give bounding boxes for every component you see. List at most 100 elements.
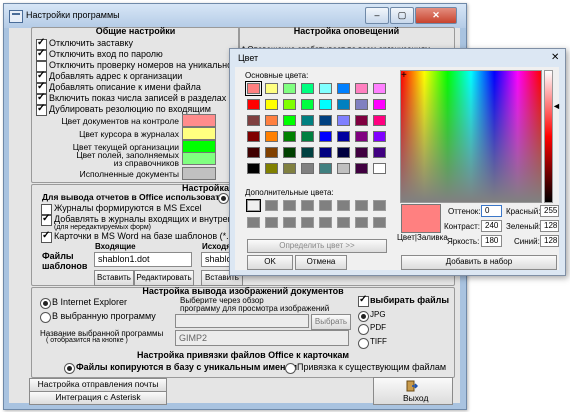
basic-color-cell[interactable] xyxy=(355,115,368,126)
custom-color-cell[interactable] xyxy=(301,200,314,211)
basic-color-cell[interactable] xyxy=(337,163,350,174)
basic-color-cell[interactable] xyxy=(301,115,314,126)
basic-color-cell[interactable] xyxy=(319,147,332,158)
basic-color-cell[interactable] xyxy=(319,115,332,126)
basic-color-cell[interactable] xyxy=(247,115,260,126)
color-swatch-button[interactable] xyxy=(182,127,216,140)
custom-color-cell[interactable] xyxy=(319,217,332,228)
basic-color-cell[interactable] xyxy=(373,131,386,142)
basic-color-cell[interactable] xyxy=(265,115,278,126)
basic-color-cell[interactable] xyxy=(319,163,332,174)
radio-copy-unique[interactable] xyxy=(64,363,75,374)
incoming-template-field[interactable]: shablon1.dot xyxy=(94,252,192,267)
basic-color-cell[interactable] xyxy=(337,99,350,110)
checkbox-select-files[interactable] xyxy=(358,294,369,307)
blue-field[interactable]: 128 xyxy=(540,235,559,247)
radio-internet-explorer[interactable] xyxy=(40,298,51,309)
radio-ms-office[interactable] xyxy=(218,193,229,204)
custom-color-cell[interactable] xyxy=(373,200,386,211)
basic-color-cell[interactable] xyxy=(245,81,262,96)
basic-color-cell[interactable] xyxy=(247,131,260,142)
basic-color-cell[interactable] xyxy=(319,99,332,110)
custom-color-cell[interactable] xyxy=(319,200,332,211)
define-color-button[interactable]: Определить цвет >> xyxy=(247,239,387,253)
basic-color-cell[interactable] xyxy=(265,163,278,174)
basic-color-cell[interactable] xyxy=(373,99,386,110)
basic-color-cell[interactable] xyxy=(373,83,386,94)
add-to-custom-button[interactable]: Добавить в набор xyxy=(401,255,557,270)
custom-color-cell[interactable] xyxy=(355,217,368,228)
radio-selected-program[interactable] xyxy=(40,312,51,323)
basic-color-cell[interactable] xyxy=(373,115,386,126)
program-path-field[interactable] xyxy=(175,314,309,328)
basic-color-cell[interactable] xyxy=(301,99,314,110)
asterisk-integration-button[interactable]: Интеграция с Asterisk xyxy=(29,391,167,405)
custom-color-cell[interactable] xyxy=(265,200,278,211)
radio-format-tiff[interactable] xyxy=(358,338,369,349)
custom-color-cell[interactable] xyxy=(283,200,296,211)
color-swatch-button[interactable] xyxy=(182,152,216,165)
basic-color-cell[interactable] xyxy=(355,163,368,174)
basic-color-cell[interactable] xyxy=(247,99,260,110)
insert-incoming-button[interactable]: Вставить xyxy=(94,270,134,286)
green-field[interactable]: 128 xyxy=(540,220,559,232)
basic-color-cell[interactable] xyxy=(373,163,386,174)
minimize-button[interactable]: – xyxy=(365,7,389,24)
basic-color-cell[interactable] xyxy=(355,83,368,94)
edit-incoming-button[interactable]: Редактировать xyxy=(134,270,194,286)
color-dialog-close-button[interactable]: ✕ xyxy=(551,52,559,63)
luminance-slider[interactable] xyxy=(544,70,553,203)
basic-color-cell[interactable] xyxy=(247,163,260,174)
basic-color-cell[interactable] xyxy=(283,115,296,126)
checkbox-cards-word[interactable] xyxy=(41,230,52,243)
basic-color-cell[interactable] xyxy=(337,115,350,126)
luminance-field[interactable]: 180 xyxy=(481,235,502,247)
basic-color-cell[interactable] xyxy=(283,131,296,142)
exit-button[interactable]: Выход xyxy=(373,377,453,405)
basic-color-cell[interactable] xyxy=(355,99,368,110)
title-bar[interactable]: Настройки программы – ▢ ✕ xyxy=(4,4,466,28)
custom-color-cell[interactable] xyxy=(283,217,296,228)
custom-color-cell[interactable] xyxy=(301,217,314,228)
custom-color-cell[interactable] xyxy=(246,199,261,212)
red-field[interactable]: 255 xyxy=(540,205,559,217)
radio-format-pdf[interactable] xyxy=(358,324,369,335)
cancel-button[interactable]: Отмена xyxy=(295,255,347,270)
basic-color-cell[interactable] xyxy=(301,147,314,158)
custom-color-cell[interactable] xyxy=(337,200,350,211)
basic-color-cell[interactable] xyxy=(265,131,278,142)
color-spectrum[interactable]: + xyxy=(400,70,542,203)
basic-color-cell[interactable] xyxy=(265,83,278,94)
basic-color-cell[interactable] xyxy=(337,131,350,142)
mail-settings-button[interactable]: Настройка отправления почты xyxy=(29,378,167,392)
custom-color-cell[interactable] xyxy=(247,217,260,228)
basic-color-cell[interactable] xyxy=(283,99,296,110)
basic-color-cell[interactable] xyxy=(319,83,332,94)
basic-color-cell[interactable] xyxy=(301,163,314,174)
basic-color-cell[interactable] xyxy=(355,147,368,158)
color-swatch-button[interactable] xyxy=(182,114,216,127)
program-name-field[interactable]: GIMP2 xyxy=(175,330,349,346)
custom-color-cell[interactable] xyxy=(337,217,350,228)
custom-color-cell[interactable] xyxy=(355,200,368,211)
basic-color-cell[interactable] xyxy=(283,147,296,158)
maximize-button[interactable]: ▢ xyxy=(390,7,414,24)
radio-link-existing[interactable] xyxy=(285,363,296,374)
basic-color-cell[interactable] xyxy=(319,131,332,142)
general-checkbox[interactable] xyxy=(36,103,47,116)
custom-color-cell[interactable] xyxy=(373,217,386,228)
basic-color-cell[interactable] xyxy=(265,99,278,110)
custom-color-cell[interactable] xyxy=(265,217,278,228)
basic-color-cell[interactable] xyxy=(301,83,314,94)
color-swatch-button[interactable] xyxy=(182,167,216,180)
basic-color-cell[interactable] xyxy=(355,131,368,142)
basic-color-cell[interactable] xyxy=(301,131,314,142)
basic-color-cell[interactable] xyxy=(337,147,350,158)
basic-color-cell[interactable] xyxy=(247,147,260,158)
basic-color-cell[interactable] xyxy=(265,147,278,158)
basic-color-cell[interactable] xyxy=(283,83,296,94)
checkbox-add-to-journals[interactable] xyxy=(41,213,52,226)
radio-format-jpg[interactable] xyxy=(358,311,369,322)
saturation-field[interactable]: 240 xyxy=(481,220,502,232)
ok-button[interactable]: OK xyxy=(247,255,293,270)
